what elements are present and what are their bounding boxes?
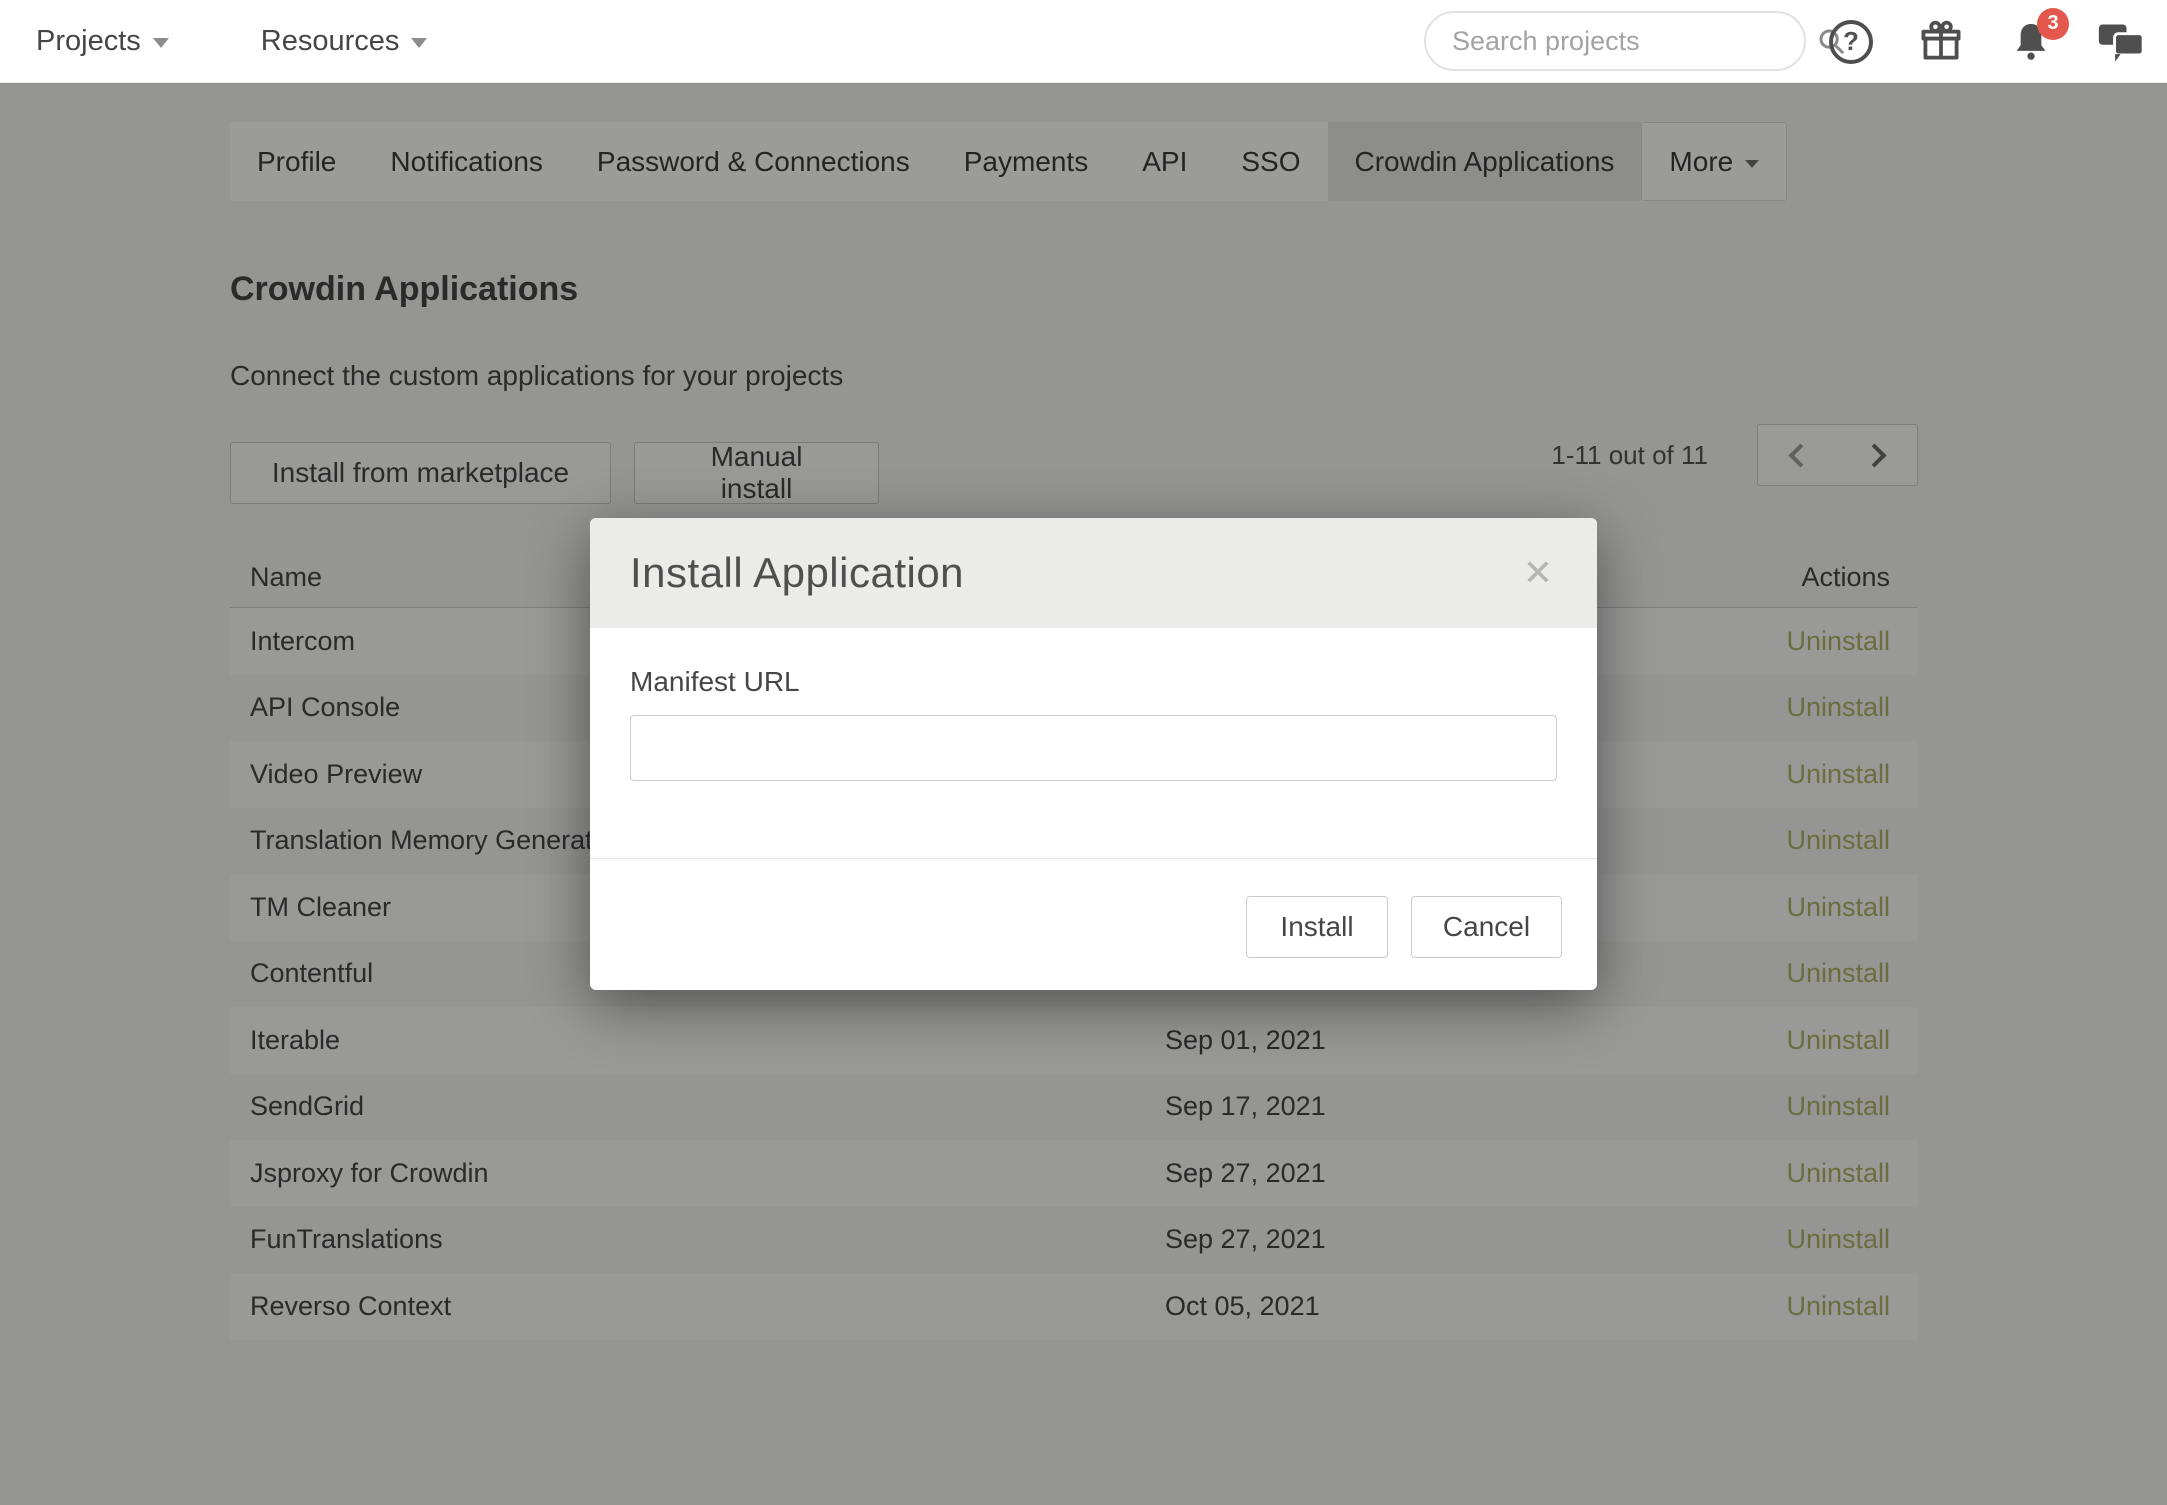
- project-search: [1424, 11, 1806, 71]
- close-button[interactable]: ✕: [1513, 518, 1563, 628]
- modal-footer: Install Cancel: [590, 858, 1597, 990]
- projects-menu-label: Projects: [36, 25, 141, 58]
- resources-menu[interactable]: Resources: [261, 25, 428, 58]
- messages-button[interactable]: [2097, 18, 2145, 66]
- gift-icon: [1917, 18, 1965, 66]
- resources-menu-label: Resources: [261, 25, 400, 58]
- cancel-button[interactable]: Cancel: [1411, 896, 1562, 958]
- top-navbar: Projects Resources ?: [0, 0, 2167, 83]
- chevron-down-icon: [153, 38, 169, 48]
- chevron-down-icon: [411, 38, 427, 48]
- install-button[interactable]: Install: [1246, 896, 1388, 958]
- install-application-modal: Install Application ✕ Manifest URL Insta…: [590, 518, 1597, 990]
- notification-count-badge: 3: [2037, 8, 2069, 40]
- modal-title: Install Application: [630, 549, 964, 597]
- projects-menu[interactable]: Projects: [36, 25, 169, 58]
- modal-header: Install Application ✕: [590, 518, 1597, 628]
- gifts-button[interactable]: [1917, 18, 1965, 66]
- notifications-button[interactable]: 3: [2007, 18, 2055, 66]
- chat-icon: [2097, 19, 2145, 65]
- manifest-url-input[interactable]: [630, 715, 1557, 781]
- modal-body: Manifest URL: [590, 628, 1597, 781]
- help-button[interactable]: ?: [1827, 18, 1875, 66]
- close-icon: ✕: [1523, 553, 1553, 594]
- navbar-icon-group: ? 3: [1827, 0, 2145, 83]
- manifest-url-label: Manifest URL: [630, 666, 1557, 698]
- search-input[interactable]: [1426, 26, 1816, 57]
- question-icon: ?: [1829, 20, 1873, 64]
